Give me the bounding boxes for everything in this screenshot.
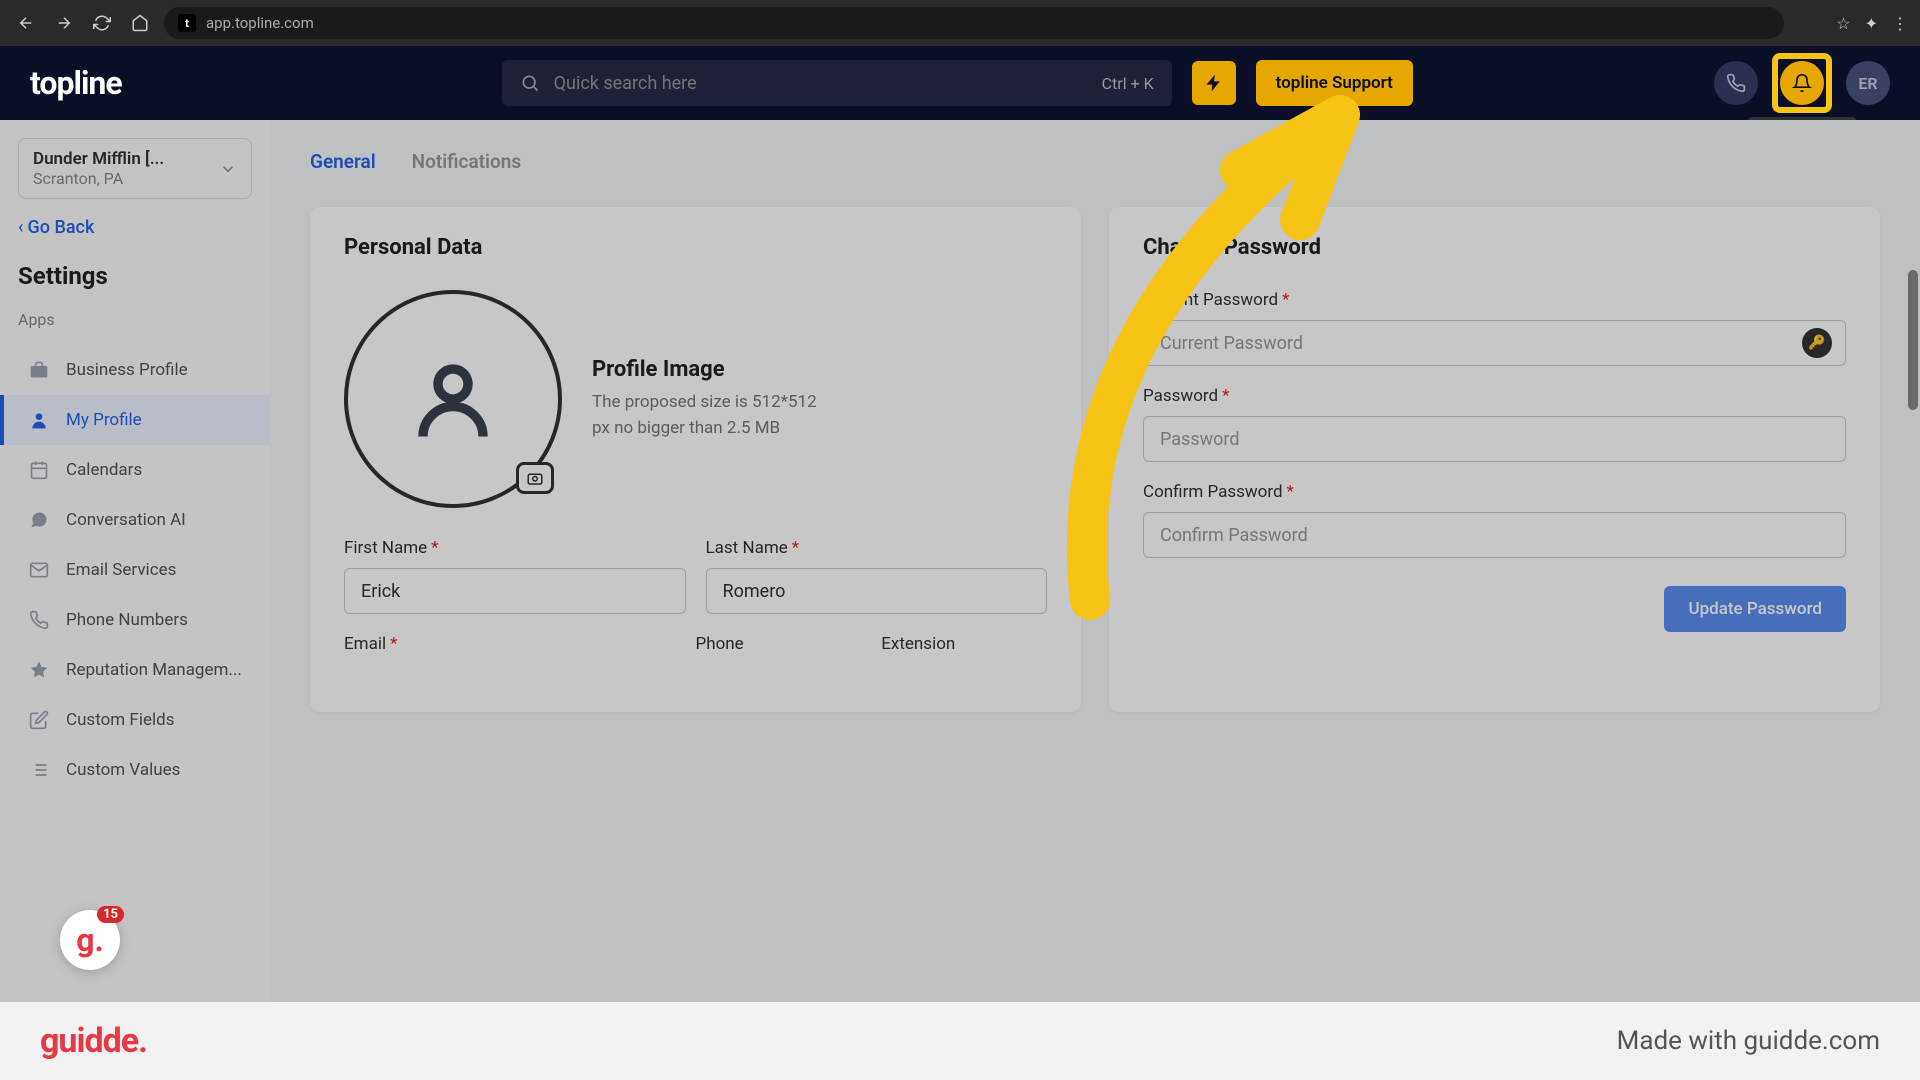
sidebar-item-label: Phone Numbers <box>66 610 188 630</box>
guidde-g-icon: g. <box>76 921 104 959</box>
star-icon <box>28 659 50 681</box>
sidebar-item-label: Custom Fields <box>66 710 174 730</box>
sidebar-item-label: Reputation Managem... <box>66 660 242 680</box>
bolt-button[interactable] <box>1192 61 1236 105</box>
panel-title: Change Password <box>1143 235 1846 260</box>
sidebar-item-calendars[interactable]: Calendars <box>0 445 270 495</box>
panel-title: Personal Data <box>344 235 1047 260</box>
sidebar-item-label: Calendars <box>66 460 142 480</box>
notifications-button[interactable] <box>1780 61 1824 105</box>
guidde-bar: guidde. Made with guidde.com <box>0 1002 1920 1080</box>
new-password-input[interactable] <box>1143 416 1846 462</box>
app-logo[interactable]: topline <box>30 64 122 102</box>
search-icon <box>520 73 540 93</box>
sidebar-item-my-profile[interactable]: My Profile <box>0 395 270 445</box>
edit-icon <box>28 709 50 731</box>
current-password-input[interactable] <box>1143 320 1846 366</box>
go-back-link[interactable]: ‹ Go Back <box>18 217 252 238</box>
key-icon[interactable]: 🔑 <box>1802 328 1832 358</box>
update-password-button[interactable]: Update Password <box>1664 586 1846 632</box>
extension-label: Extension <box>881 634 1047 654</box>
org-name: Dunder Mifflin [... <box>33 149 164 169</box>
sidebar-item-business-profile[interactable]: Business Profile <box>0 345 270 395</box>
sidebar-item-email-services[interactable]: Email Services <box>0 545 270 595</box>
app-topbar: topline Ctrl + K topline Support Notific… <box>0 46 1920 120</box>
confirm-password-label: Confirm Password* <box>1143 482 1846 502</box>
search-input[interactable] <box>554 73 1088 94</box>
menu-icon[interactable]: ⋮ <box>1892 14 1908 33</box>
org-location: Scranton, PA <box>33 169 164 188</box>
profile-image[interactable] <box>344 290 562 508</box>
browser-chrome: t app.topline.com ☆ ✦ ⋮ <box>0 0 1920 46</box>
sidebar-item-label: Conversation AI <box>66 510 186 530</box>
sidebar-item-phone-numbers[interactable]: Phone Numbers <box>0 595 270 645</box>
confirm-password-input[interactable] <box>1143 512 1846 558</box>
app-body: Dunder Mifflin [... Scranton, PA ‹ Go Ba… <box>0 120 1920 1002</box>
profile-image-desc: The proposed size is 512*512 px no bigge… <box>592 390 822 441</box>
tab-notifications[interactable]: Notifications <box>412 150 521 179</box>
content-area: General Notifications Personal Data Prof… <box>270 120 1920 1002</box>
panel-change-password: Change Password Current Password* 🔑 Pass… <box>1109 207 1880 712</box>
sidebar-item-label: My Profile <box>66 410 142 430</box>
guidde-float-button[interactable]: g. 15 <box>60 910 120 970</box>
apps-label: Apps <box>18 310 252 329</box>
forward-icon[interactable] <box>50 9 78 37</box>
back-icon[interactable] <box>12 9 40 37</box>
star-icon[interactable]: ☆ <box>1836 14 1850 33</box>
sidebar-item-reputation[interactable]: Reputation Managem... <box>0 645 270 695</box>
last-name-label: Last Name* <box>706 538 1048 558</box>
search-bar[interactable]: Ctrl + K <box>502 60 1172 106</box>
org-selector[interactable]: Dunder Mifflin [... Scranton, PA <box>18 138 252 199</box>
camera-icon[interactable] <box>516 462 554 494</box>
guidde-tagline: Made with guidde.com <box>1617 1026 1880 1056</box>
email-label: Email* <box>344 634 676 654</box>
site-icon: t <box>178 14 196 32</box>
sidebar-item-custom-fields[interactable]: Custom Fields <box>0 695 270 745</box>
extension-icon[interactable]: ✦ <box>1865 14 1878 33</box>
user-icon <box>408 354 498 444</box>
notifications-highlight: Notifications <box>1772 53 1832 113</box>
profile-image-title: Profile Image <box>592 357 822 382</box>
new-password-label: Password* <box>1143 386 1846 406</box>
sidebar-item-label: Custom Values <box>66 760 180 780</box>
reload-icon[interactable] <box>88 9 116 37</box>
current-password-label: Current Password* <box>1143 290 1846 310</box>
tab-general[interactable]: General <box>310 150 376 179</box>
avatar[interactable]: ER <box>1846 61 1890 105</box>
phone-icon <box>28 609 50 631</box>
guidde-logo: guidde. <box>40 1021 147 1061</box>
scrollbar[interactable] <box>1908 270 1918 410</box>
user-icon <box>28 409 50 431</box>
sidebar-item-label: Business Profile <box>66 360 188 380</box>
tabs: General Notifications <box>310 150 1880 179</box>
url-text: app.topline.com <box>206 14 314 32</box>
badge-count: 15 <box>97 906 124 923</box>
phone-label: Phone <box>696 634 862 654</box>
sidebar-item-label: Email Services <box>66 560 176 580</box>
chat-icon <box>28 509 50 531</box>
home-icon[interactable] <box>126 9 154 37</box>
sidebar: Dunder Mifflin [... Scranton, PA ‹ Go Ba… <box>0 120 270 1002</box>
calendar-icon <box>28 459 50 481</box>
sidebar-item-conversation-ai[interactable]: Conversation AI <box>0 495 270 545</box>
settings-heading: Settings <box>18 262 252 290</box>
address-bar[interactable]: t app.topline.com <box>164 7 1784 39</box>
phone-button[interactable] <box>1714 61 1758 105</box>
first-name-input[interactable] <box>344 568 686 614</box>
mail-icon <box>28 559 50 581</box>
kbd-hint: Ctrl + K <box>1102 74 1154 93</box>
chevron-down-icon <box>219 160 237 178</box>
support-button[interactable]: topline Support <box>1256 60 1413 106</box>
sidebar-item-custom-values[interactable]: Custom Values <box>0 745 270 795</box>
last-name-input[interactable] <box>706 568 1048 614</box>
first-name-label: First Name* <box>344 538 686 558</box>
list-icon <box>28 759 50 781</box>
chevron-left-icon: ‹ <box>18 217 24 238</box>
panel-personal-data: Personal Data Profile Image The proposed… <box>310 207 1081 712</box>
briefcase-icon <box>28 359 50 381</box>
